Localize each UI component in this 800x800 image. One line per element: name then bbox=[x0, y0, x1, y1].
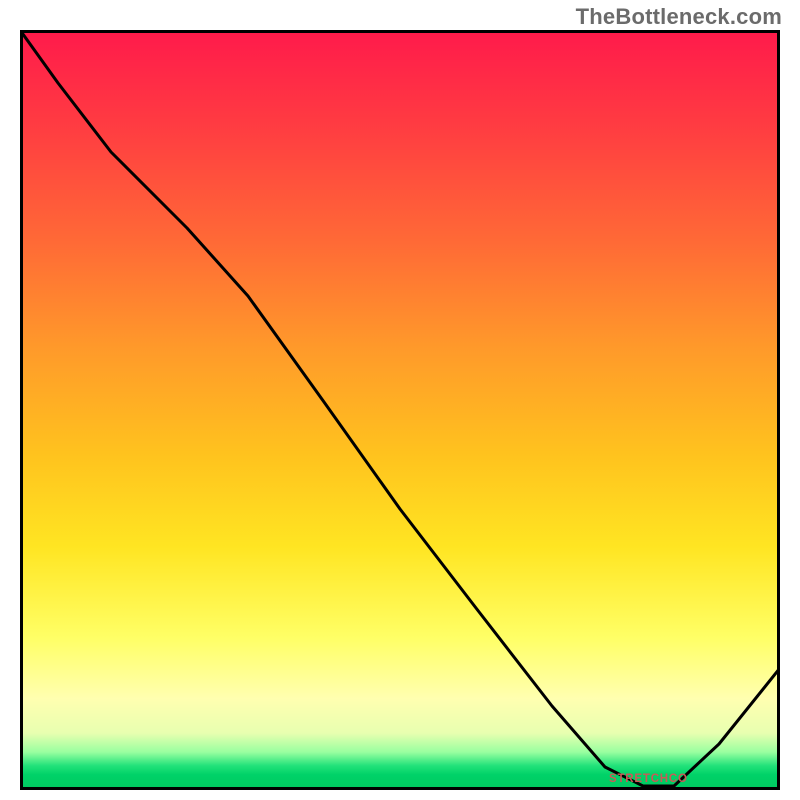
data-line bbox=[20, 30, 780, 786]
plot-svg: STRETCHCO bbox=[20, 30, 780, 790]
trough-wordmark: STRETCHCO bbox=[609, 773, 688, 785]
watermark-text: TheBottleneck.com bbox=[576, 4, 782, 30]
chart-container: TheBottleneck.com STRETCHCO bbox=[0, 0, 800, 800]
plot-frame: STRETCHCO bbox=[20, 30, 780, 790]
